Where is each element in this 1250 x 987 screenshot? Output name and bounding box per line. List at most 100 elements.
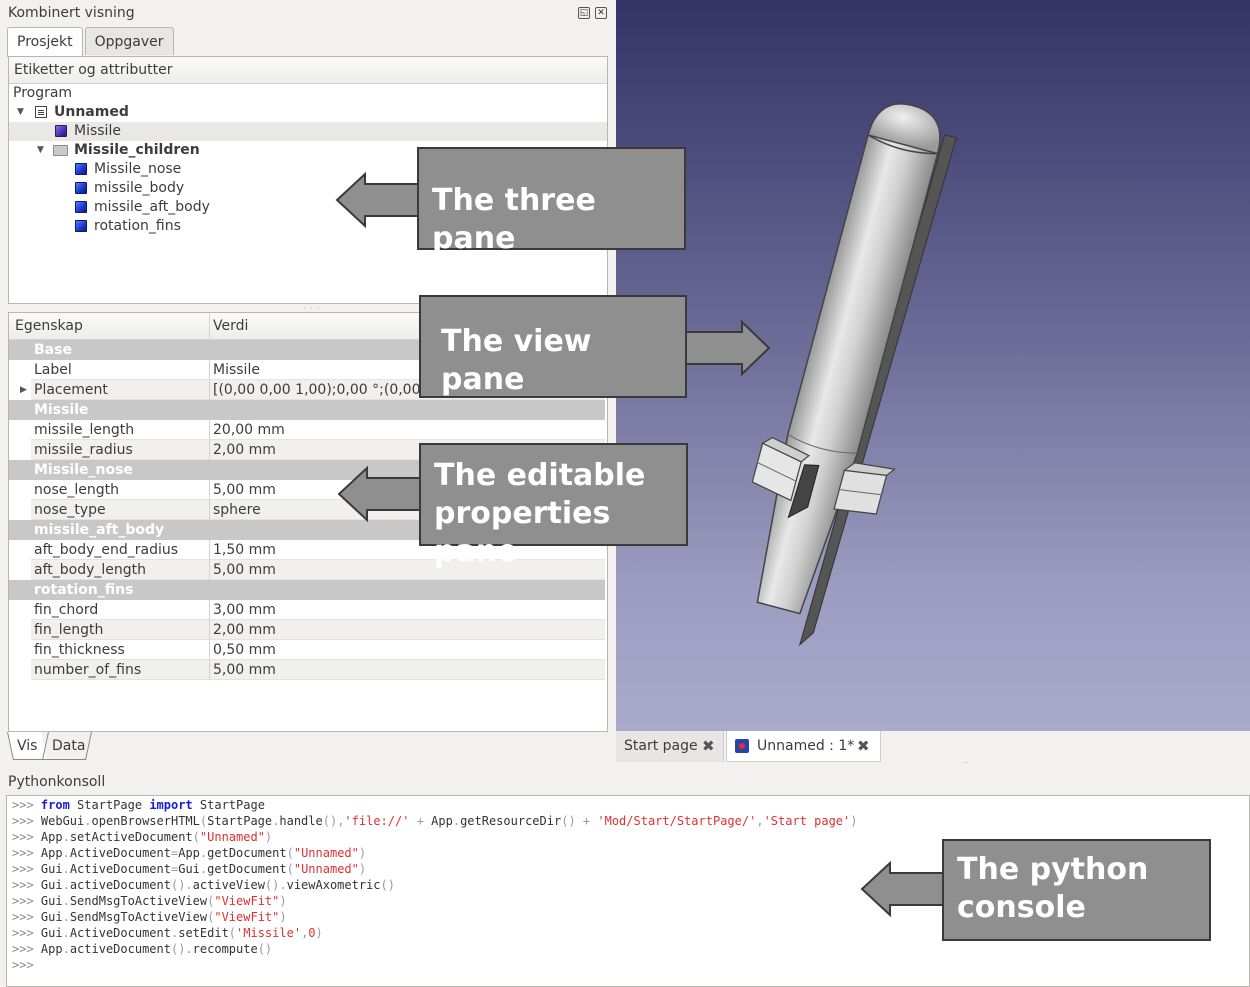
console-line: >>> WebGui.openBrowserHTML(StartPage.han…: [12, 814, 858, 828]
property-name: number_of_fins: [34, 662, 142, 678]
property-value[interactable]: 20,00 mm: [213, 420, 285, 440]
tree-item-missile[interactable]: Missile: [9, 122, 607, 141]
callout-arrow-right: [683, 319, 771, 377]
tab-unnamed-document[interactable]: Unnamed : 1* ✖: [726, 731, 881, 762]
property-row[interactable]: missile_length 20,00 mm: [9, 420, 605, 440]
annotation-properties-text-1: The editable: [434, 458, 646, 493]
tree-item-label: rotation_fins: [94, 218, 181, 234]
close-dock-icon[interactable]: ✕: [595, 7, 607, 19]
part-icon: [75, 220, 87, 232]
callout-arrow-left: [860, 860, 947, 918]
value-column-header[interactable]: Verdi: [213, 313, 248, 340]
annotation-console-text-1: The python: [957, 852, 1149, 887]
tree-item-label: Unnamed: [54, 104, 129, 120]
callout-arrow-left: [335, 171, 421, 229]
column-divider: [209, 620, 210, 640]
tree-root[interactable]: Program: [9, 84, 607, 103]
annotation-properties-pane: The editable properties pane: [419, 443, 688, 569]
close-icon[interactable]: ✖: [857, 731, 870, 762]
freecad-logo-icon: [735, 739, 749, 753]
console-prompt: >>>: [12, 846, 34, 860]
column-divider: [209, 640, 210, 660]
tab-tasks[interactable]: Oppgaver: [84, 27, 174, 55]
property-name: nose_type: [34, 502, 106, 518]
console-prompt: >>>: [12, 862, 34, 876]
console-prompt: >>>: [12, 878, 34, 892]
property-value[interactable]: 5,00 mm: [213, 560, 276, 580]
console-prompt: >>>: [12, 830, 34, 844]
property-row[interactable]: fin_chord 3,00 mm: [9, 600, 605, 620]
column-divider: [209, 360, 210, 380]
property-group-header[interactable]: rotation_fins: [9, 580, 605, 600]
console-input-line[interactable]: >>>: [12, 957, 1249, 973]
combined-view-title: Kombinert visning: [8, 5, 135, 21]
property-value[interactable]: 5,00 mm: [213, 660, 276, 680]
expand-arrow-icon[interactable]: ▼: [17, 103, 24, 122]
tab-project[interactable]: Prosjekt: [7, 27, 83, 57]
expand-arrow-icon[interactable]: ▼: [37, 141, 44, 160]
console-prompt: >>>: [12, 798, 34, 812]
property-name: missile_radius: [34, 442, 133, 458]
annotation-tree-pane: The three pane: [417, 147, 686, 256]
property-column-header[interactable]: Egenskap: [15, 313, 83, 340]
tree-root-label: Program: [13, 85, 73, 101]
column-divider: [209, 313, 210, 340]
property-value[interactable]: 5,00 mm: [213, 480, 276, 500]
console-prompt: >>>: [12, 958, 34, 972]
column-divider: [209, 420, 210, 440]
float-dock-icon[interactable]: ◱: [578, 7, 590, 19]
property-name: missile_length: [34, 422, 135, 438]
property-value[interactable]: 3,00 mm: [213, 600, 276, 620]
property-value[interactable]: 2,00 mm: [213, 440, 276, 460]
console-prompt: >>>: [12, 910, 34, 924]
property-name: Label: [34, 362, 72, 378]
property-name: aft_body_end_radius: [34, 542, 179, 558]
annotation-view-text: The view pane: [441, 324, 592, 397]
console-prompt: >>>: [12, 814, 34, 828]
expand-arrow-icon[interactable]: ▶: [20, 380, 27, 400]
tree-item-label: Missile_nose: [94, 161, 182, 177]
annotation-console-text-2: console: [957, 890, 1086, 925]
property-group-header[interactable]: Missile: [9, 400, 605, 420]
column-divider: [209, 480, 210, 500]
property-row[interactable]: number_of_fins 5,00 mm: [9, 660, 605, 680]
callout-arrow-left: [337, 465, 424, 523]
annotation-python-console: The python console: [942, 839, 1211, 941]
console-prompt: >>>: [12, 942, 34, 956]
tab-view[interactable]: Vis: [7, 732, 47, 760]
property-name: nose_length: [34, 482, 119, 498]
tab-start-page[interactable]: Start page ✖: [616, 731, 724, 762]
column-divider: [209, 660, 210, 680]
close-icon[interactable]: ✖: [702, 731, 715, 762]
python-console-title: Pythonkonsoll: [8, 774, 106, 790]
tab-data[interactable]: Data: [42, 732, 92, 760]
tree-item-document[interactable]: ▼ Unnamed: [9, 103, 607, 122]
property-name: fin_length: [34, 622, 104, 638]
column-divider: [209, 500, 210, 520]
part-icon: [75, 182, 87, 194]
property-value[interactable]: sphere: [213, 500, 261, 520]
property-row[interactable]: fin_thickness 0,50 mm: [9, 640, 605, 660]
tree-item-label: Missile_children: [74, 142, 200, 158]
annotation-tree-text: The three pane: [432, 183, 596, 256]
part-icon: [75, 201, 87, 213]
part-icon: [55, 125, 67, 137]
property-value[interactable]: 1,50 mm: [213, 540, 276, 560]
tree-item-label: missile_aft_body: [94, 199, 210, 215]
console-line: >>> App.activeDocument().recompute(): [12, 942, 273, 956]
column-divider: [209, 560, 210, 580]
column-divider: [209, 600, 210, 620]
tree-header[interactable]: Etiketter og attributter: [9, 57, 607, 84]
folder-icon: [53, 145, 68, 156]
column-divider: [209, 440, 210, 460]
property-value[interactable]: Missile: [213, 360, 260, 380]
property-name: aft_body_length: [34, 562, 146, 578]
console-prompt: >>>: [12, 894, 34, 908]
property-value[interactable]: 2,00 mm: [213, 620, 276, 640]
splitter-handle[interactable]: ···: [962, 759, 969, 767]
property-name: fin_chord: [34, 602, 99, 618]
property-row[interactable]: fin_length 2,00 mm: [9, 620, 605, 640]
tab-data-label: Data: [52, 738, 86, 754]
property-value[interactable]: 0,50 mm: [213, 640, 276, 660]
part-icon: [75, 163, 87, 175]
